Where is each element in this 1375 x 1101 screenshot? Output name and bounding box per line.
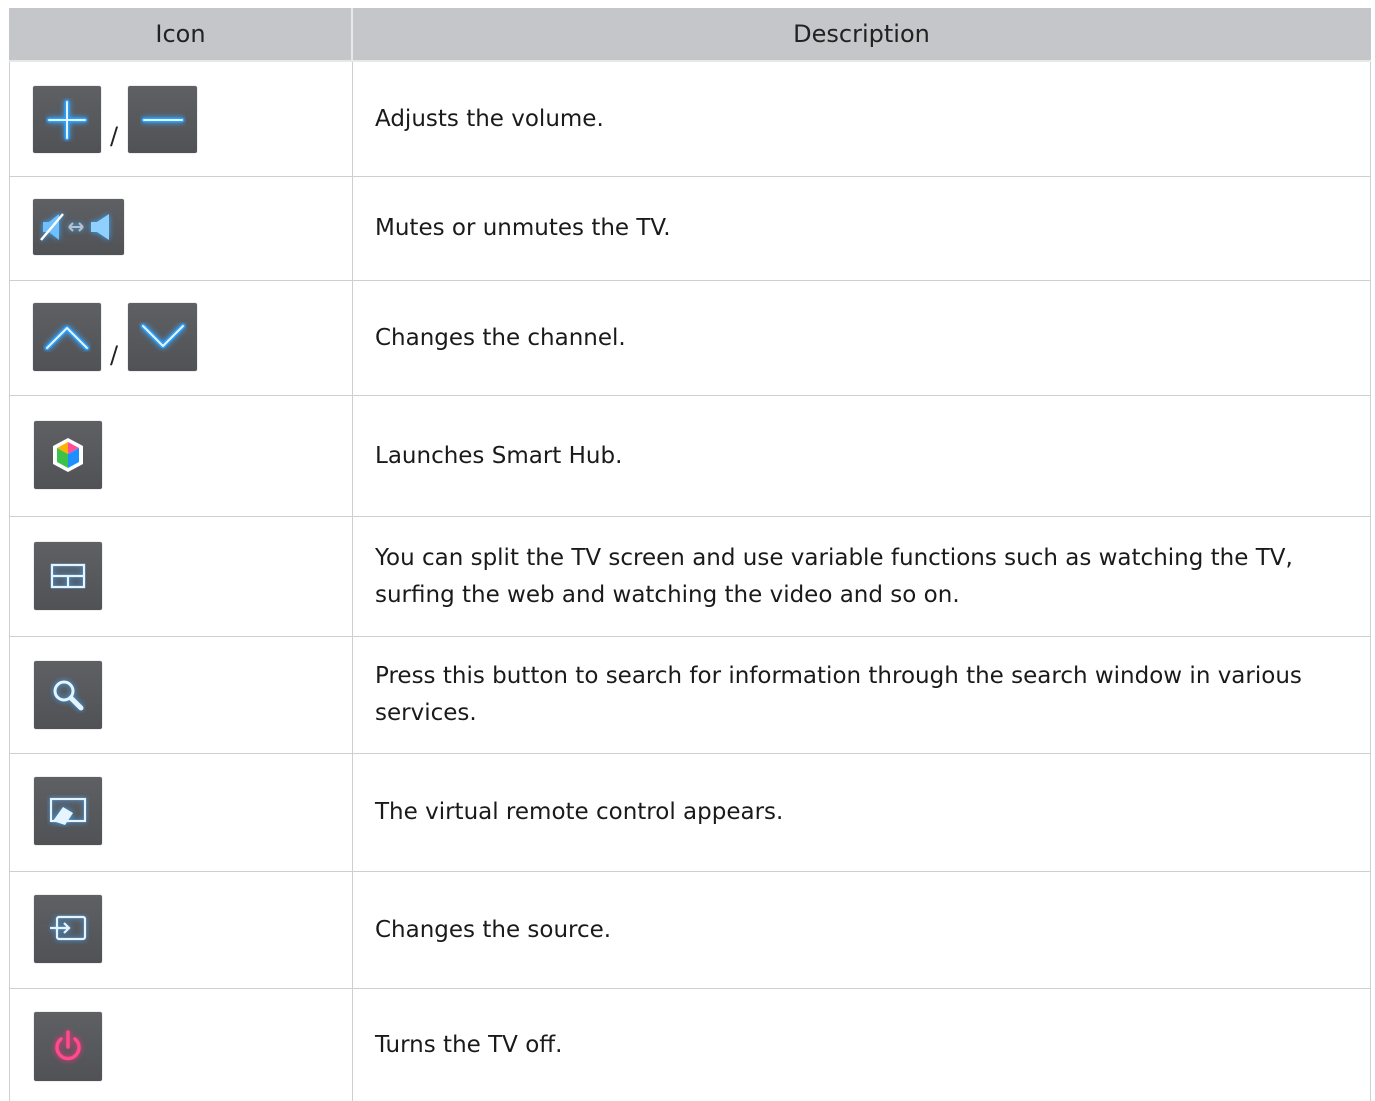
table-row: Press this button to search for informat… [9,637,1371,754]
row-description: Changes the source. [353,872,1371,988]
table-header-row: Icon Description [9,8,1371,62]
icon-separator: / [110,341,119,369]
channel-up-icon[interactable] [33,303,101,371]
header-icon: Icon [9,8,353,60]
row-description: Changes the channel. [353,281,1371,395]
volume-down-icon[interactable] [128,86,197,153]
table-row: Changes the source. [9,872,1371,989]
row-description: You can split the TV screen and use vari… [353,517,1371,636]
table-row: / Changes the channel. [9,281,1371,396]
virtual-remote-icon[interactable] [34,777,102,845]
volume-up-icon[interactable] [33,86,101,153]
row-description: Turns the TV off. [353,989,1371,1101]
mute-toggle-icon[interactable] [33,199,124,255]
row-description: Launches Smart Hub. [353,396,1371,516]
channel-down-icon[interactable] [128,303,197,371]
row-description: Press this button to search for informat… [353,637,1371,753]
source-icon[interactable] [34,895,102,963]
table-row: Launches Smart Hub. [9,396,1371,517]
table-row: Turns the TV off. [9,989,1371,1101]
icon-description-table: Icon Description / Adjusts the volume. M… [9,8,1371,1101]
table-row: / Adjusts the volume. [9,62,1371,177]
table-row: Mutes or unmutes the TV. [9,177,1371,281]
table-row: You can split the TV screen and use vari… [9,517,1371,637]
power-icon[interactable] [34,1012,102,1081]
row-description: The virtual remote control appears. [353,754,1371,871]
smart-hub-icon[interactable] [34,421,102,489]
header-description: Description [353,8,1371,60]
multi-screen-icon[interactable] [34,542,102,610]
table-row: The virtual remote control appears. [9,754,1371,872]
row-description: Adjusts the volume. [353,62,1371,176]
icon-separator: / [110,122,119,150]
search-icon[interactable] [34,661,102,729]
row-description: Mutes or unmutes the TV. [353,177,1371,280]
